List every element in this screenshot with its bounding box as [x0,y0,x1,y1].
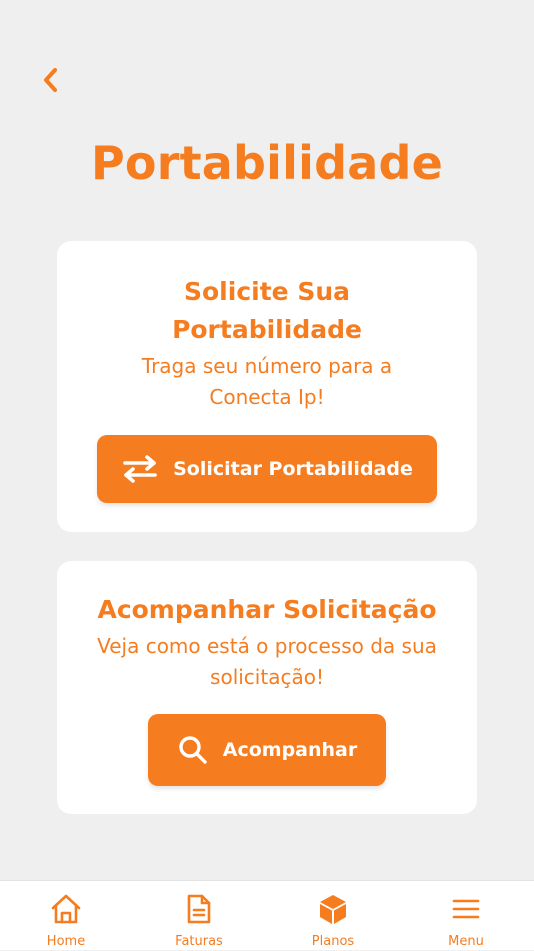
document-icon [187,894,211,924]
tab-faturas[interactable]: Faturas [144,881,254,951]
page-title: Portabilidade [91,136,443,190]
card-subtitle: Veja como está o processo da sua solicit… [97,634,437,689]
home-icon [51,894,81,924]
request-portability-button[interactable]: Solicitar Portabilidade [97,435,437,503]
tab-label: Menu [448,934,484,949]
tab-label: Faturas [175,934,223,949]
tab-menu[interactable]: Menu [411,881,521,951]
tab-label: Home [46,934,86,949]
bottom-tab-bar: Home Faturas Planos Menu [0,880,534,950]
swap-arrows-icon [123,455,157,483]
search-icon [179,736,207,764]
tab-label: Planos [311,934,355,949]
card-title: Solicite Sua Portabilidade [172,277,362,344]
button-label: Solicitar Portabilidade [173,458,413,480]
tab-planos[interactable]: Planos [278,881,388,951]
track-request-card: Acompanhar Solicitação Veja como está o … [57,561,477,814]
chevron-left-icon [44,68,57,92]
card-subtitle: Traga seu número para a Conecta Ip! [141,354,393,409]
track-request-button[interactable]: Acompanhar [148,714,386,786]
tab-home[interactable]: Home [11,881,121,951]
cube-icon [320,895,346,924]
back-button[interactable] [32,60,68,100]
request-portability-card: Solicite Sua Portabilidade Traga seu núm… [57,241,477,532]
button-label: Acompanhar [222,739,358,761]
card-title: Acompanhar Solicitação [97,595,437,624]
menu-icon [452,899,480,919]
